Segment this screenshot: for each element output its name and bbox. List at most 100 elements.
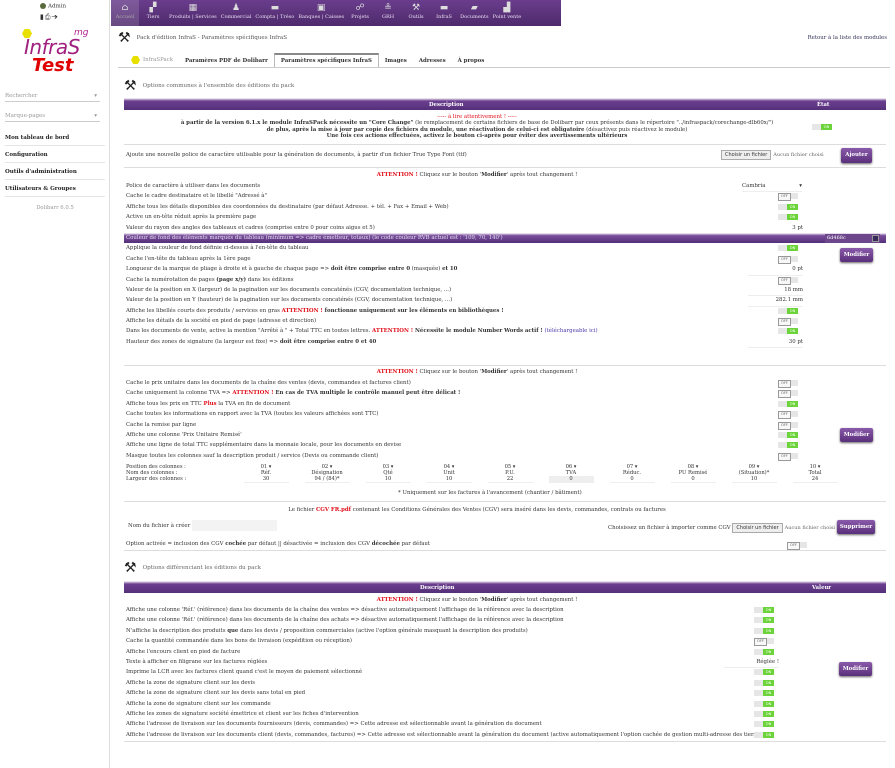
toggle-off[interactable]	[778, 255, 798, 264]
toggle-on[interactable]	[778, 328, 798, 335]
toggle-on[interactable]	[778, 203, 798, 210]
column-width-input[interactable]: 10	[426, 476, 472, 483]
toggle-on[interactable]	[754, 669, 774, 676]
sidebar-item-dashboard[interactable]: Mon tableau de bord	[5, 131, 105, 146]
sidebar-item-users-groups[interactable]: Utilisateurs & Groupes	[5, 182, 105, 197]
tab-images[interactable]: Images	[379, 55, 413, 67]
menu-commercial[interactable]: ♟ Commercial	[219, 0, 254, 26]
toggle-off[interactable]	[778, 380, 798, 388]
toggle-on[interactable]	[778, 214, 798, 221]
toggle-off[interactable]	[778, 276, 798, 285]
choose-file-button[interactable]: Choisir un fichier	[732, 523, 783, 533]
column-width-input[interactable]: 0	[548, 476, 594, 483]
toggle-off[interactable]	[778, 421, 798, 430]
option-row: Affiche les libellés courts des produits…	[124, 306, 830, 316]
option-row: Imprime la LCR avec les factures client …	[124, 667, 806, 677]
toggle-on[interactable]	[754, 679, 774, 686]
column-width-input[interactable]: 10	[731, 476, 777, 483]
toggle-off[interactable]	[778, 193, 798, 202]
column-width-input[interactable]: 0	[609, 476, 655, 483]
column-width-input[interactable]: 0	[670, 476, 716, 483]
delete-cgv-button[interactable]: Supprimer	[837, 520, 875, 534]
tab-pdf-dolibarr[interactable]: Paramères PDF de Dolibarr	[179, 55, 274, 67]
toggle-on[interactable]	[778, 400, 798, 407]
sidebar-item-admin-tools[interactable]: Outils d'administration	[5, 165, 105, 180]
menu-produits-services[interactable]: ▦ Produits | Services	[167, 0, 219, 26]
search-label: Rechercher	[5, 93, 38, 99]
toggle-off[interactable]	[778, 390, 798, 399]
choose-file-button[interactable]: Choisir un fichier	[721, 150, 772, 160]
menu-infras[interactable]: ▬ InfraS	[430, 0, 458, 26]
company-logo[interactable]: mg InfraS Test	[20, 28, 100, 78]
menu-banques-caisses[interactable]: ▣ Banques | Caisses	[296, 0, 346, 26]
tab-infras-specific[interactable]: Paramètres spécifiques InfraS	[273, 53, 379, 67]
font-file-input[interactable]: Choisir un fichier Aucun fichier choisi	[721, 150, 824, 160]
toggle-on[interactable]	[754, 700, 774, 707]
core-change-toggle[interactable]	[812, 124, 832, 130]
option-label: Affiche tous les détails disponibles des…	[126, 202, 449, 212]
toggle-on[interactable]	[754, 648, 774, 655]
toggle-off[interactable]	[778, 318, 798, 327]
column-width-input[interactable]: 10	[365, 476, 411, 483]
toggle-on[interactable]	[754, 690, 774, 697]
option-label: Affiche la zone de signature client sur …	[126, 678, 255, 688]
label-text: Valeur de la position en Y (hauteur) de …	[126, 297, 453, 304]
toggle-off[interactable]	[754, 638, 774, 647]
toggle-on[interactable]	[754, 617, 774, 624]
toggle-on[interactable]	[754, 731, 774, 738]
modify-button[interactable]: Modifier	[840, 428, 873, 442]
logout-icon[interactable]: ➔	[51, 13, 58, 21]
bookmarks-select[interactable]: Marque-pages ▾	[5, 110, 100, 122]
back-to-modules-link[interactable]: Retour à la liste des modules	[808, 35, 887, 41]
column-width-input[interactable]: 30	[243, 476, 289, 483]
sidebar-item-configuration[interactable]: Configuration	[5, 148, 105, 163]
toggle-on[interactable]	[778, 307, 798, 314]
toggle-on[interactable]	[754, 721, 774, 728]
modify-button[interactable]: Modifier	[840, 248, 873, 262]
menu-compta-tr-so[interactable]: ▬ Compta | Tréso	[253, 0, 296, 26]
option-row: Cache toutes les informations en rapport…	[124, 409, 830, 420]
tab-addresses[interactable]: Adresses	[413, 55, 452, 67]
column-width-input[interactable]: 24	[792, 476, 838, 483]
menu-grh[interactable]: ≗ GRH	[374, 0, 402, 26]
menu-accueil[interactable]: ⌂ Accueil	[111, 0, 139, 26]
attention-notice: ATTENTION ! Cliquez sur le bouton 'Modif…	[124, 172, 830, 178]
tab-infraspack[interactable]: InfraSPack	[125, 53, 179, 67]
toggle-on[interactable]	[778, 442, 798, 449]
search-select[interactable]: Rechercher ▾	[5, 90, 100, 102]
label-text: cochée	[225, 541, 247, 547]
menu-projets[interactable]: ☍ Projets	[346, 0, 374, 26]
menu-point-vente[interactable]: ▟ Point vente	[491, 0, 524, 26]
option-label: Affiche les détails de la société en pie…	[126, 316, 316, 326]
menu-outils[interactable]: ⚒ Outils	[402, 0, 430, 26]
add-font-button[interactable]: Ajouter	[841, 148, 872, 163]
attention-label: ATTENTION !	[376, 597, 418, 603]
cgv-option-toggle[interactable]	[787, 542, 807, 550]
option-label: Police de caractère à utiliser dans les …	[126, 181, 260, 191]
building-icon: ▞	[149, 3, 157, 13]
cgv-name-input[interactable]	[192, 520, 278, 531]
attention-text: Modifier	[481, 597, 507, 603]
modify-button[interactable]: Modifier	[839, 662, 872, 676]
color-input[interactable]: 6d468c	[825, 233, 880, 243]
toggle-off[interactable]	[778, 411, 798, 420]
value-input[interactable]: 30 pt	[748, 337, 803, 349]
attention-notice: ATTENTION ! Cliquez sur le bouton 'Modif…	[124, 597, 830, 603]
option-control: 6d468c	[825, 233, 880, 243]
toggle-on[interactable]	[754, 627, 774, 634]
menu-documents[interactable]: ▰ Documents	[458, 0, 491, 26]
toggle-on[interactable]	[754, 607, 774, 613]
option-label: Cache l'en-tête du tableau après la 1ère…	[126, 254, 251, 264]
column-width-input[interactable]: 22	[487, 476, 533, 483]
toggle-on[interactable]	[754, 710, 774, 717]
options-list-b: Cache le prix unitaire dans les document…	[124, 378, 830, 461]
cgv-text: Le fichier	[288, 507, 316, 513]
column-width-input[interactable]: 94 / (84)*	[304, 476, 350, 483]
color-picker-icon[interactable]	[872, 234, 879, 242]
tab-about[interactable]: À propos	[452, 55, 491, 67]
toggle-on[interactable]	[778, 431, 798, 438]
toggle-off[interactable]	[778, 452, 798, 461]
toggle-on[interactable]	[778, 245, 798, 252]
menu-tiers[interactable]: ▞ Tiers	[139, 0, 167, 26]
user-menu[interactable]: Admin	[40, 3, 66, 10]
